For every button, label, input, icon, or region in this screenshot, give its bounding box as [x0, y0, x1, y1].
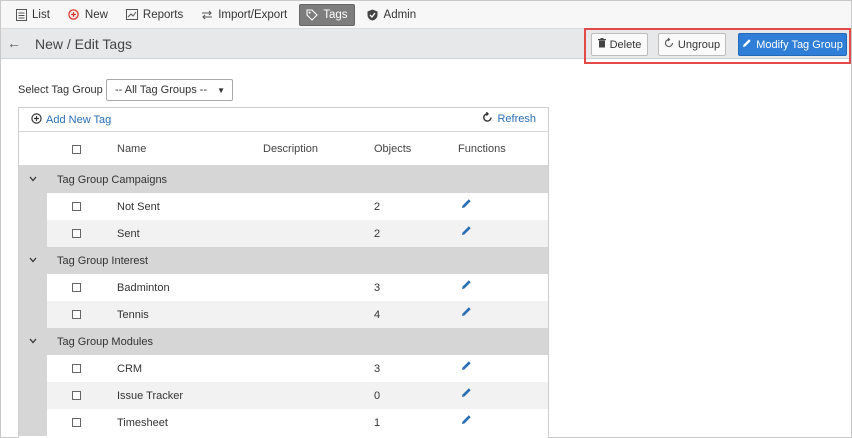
group-row-modules[interactable]: Tag Group Modules: [19, 328, 548, 355]
plus-circle-icon: [31, 113, 42, 127]
modify-tag-group-button[interactable]: Modify Tag Group: [738, 33, 847, 56]
edit-pencil-icon[interactable]: [461, 306, 472, 320]
edit-pencil-icon[interactable]: [461, 414, 472, 428]
select-tag-group-label: Select Tag Group: [18, 84, 103, 96]
nav-list[interactable]: List: [9, 4, 56, 26]
row-checkbox[interactable]: [72, 283, 81, 292]
group-label: Tag Group Campaigns: [57, 174, 168, 186]
nav-tags[interactable]: Tags: [299, 3, 355, 26]
tag-object-count: 3: [374, 363, 381, 375]
chart-icon: [125, 9, 138, 21]
tag-name: Sent: [117, 228, 140, 240]
group-row-campaigns[interactable]: Tag Group Campaigns: [19, 166, 548, 193]
group-row-interest[interactable]: Tag Group Interest: [19, 247, 548, 274]
chevron-down-icon[interactable]: [29, 336, 37, 346]
back-arrow-icon[interactable]: ←: [7, 35, 21, 51]
trash-icon: [597, 38, 606, 51]
nav-tags-label: Tags: [323, 8, 348, 21]
tag-icon: [306, 8, 319, 21]
nav-reports-label: Reports: [142, 8, 184, 21]
nav-admin[interactable]: Admin: [361, 4, 423, 26]
chevron-down-icon[interactable]: [29, 174, 37, 184]
ungroup-icon: [664, 37, 674, 51]
nav-list-label: List: [32, 8, 50, 21]
plus-circle-icon: [68, 9, 80, 21]
column-header-description[interactable]: Description: [263, 143, 318, 155]
tag-name: Badminton: [117, 282, 170, 294]
row-checkbox[interactable]: [72, 310, 81, 319]
table-row: Tennis 4: [19, 301, 548, 328]
group-label: Tag Group Interest: [57, 255, 149, 267]
tag-group-select[interactable]: -- All Tag Groups -- ▼: [106, 79, 233, 101]
row-checkbox[interactable]: [72, 391, 81, 400]
add-new-tag-link[interactable]: Add New Tag: [31, 113, 111, 127]
ungroup-button-label: Ungroup: [677, 38, 721, 51]
nav-import-export-label: Import/Export: [218, 8, 288, 21]
table-row: Badminton 3: [19, 274, 548, 301]
row-checkbox[interactable]: [72, 229, 81, 238]
chevron-down-icon[interactable]: [29, 255, 37, 265]
ungroup-button[interactable]: Ungroup: [658, 33, 726, 56]
edit-pencil-icon[interactable]: [461, 387, 472, 401]
add-new-tag-label: Add New Tag: [46, 114, 112, 126]
edit-pencil-icon[interactable]: [461, 360, 472, 374]
row-checkbox[interactable]: [72, 364, 81, 373]
tag-object-count: 0: [374, 390, 381, 402]
refresh-link[interactable]: Refresh: [482, 111, 536, 126]
tag-name: Not Sent: [117, 201, 160, 213]
row-checkbox[interactable]: [72, 202, 81, 211]
shield-check-icon: [367, 9, 379, 21]
tag-name: Timesheet: [117, 417, 168, 429]
edit-pencil-icon[interactable]: [461, 225, 472, 239]
tag-name: CRM: [117, 363, 143, 375]
nav-new-label: New: [84, 8, 108, 21]
table-row: Not Sent 2: [19, 193, 548, 220]
pencil-icon: [742, 38, 752, 51]
row-checkbox[interactable]: [72, 418, 81, 427]
tag-name: Tennis: [117, 309, 149, 321]
grid-toolbar: Add New Tag Refresh: [19, 108, 548, 132]
top-nav: List New Reports Import/Export Tags Admi…: [1, 1, 851, 29]
nav-new[interactable]: New: [62, 4, 114, 26]
table-row: CRM 3: [19, 355, 548, 382]
column-header-objects[interactable]: Objects: [374, 143, 411, 155]
edit-pencil-icon[interactable]: [461, 198, 472, 212]
column-header-row: Name Description Objects Functions: [19, 132, 548, 166]
delete-button[interactable]: Delete: [591, 33, 648, 56]
import-export-icon: [201, 9, 213, 21]
column-header-name[interactable]: Name: [117, 143, 146, 155]
table-row: Issue Tracker 0: [19, 382, 548, 409]
nav-import-export[interactable]: Import/Export: [195, 4, 293, 26]
group-label: Tag Group Modules: [57, 336, 153, 348]
table-row: Timesheet 1: [19, 409, 548, 436]
tag-name: Issue Tracker: [117, 390, 184, 402]
nav-admin-label: Admin: [383, 8, 417, 21]
refresh-icon: [482, 111, 493, 126]
nav-reports[interactable]: Reports: [120, 4, 189, 26]
tag-object-count: 4: [374, 309, 381, 321]
tag-object-count: 2: [374, 228, 381, 240]
modify-tag-group-label: Modify Tag Group: [756, 38, 843, 51]
tag-object-count: 1: [374, 417, 381, 429]
page-title: New / Edit Tags: [35, 36, 133, 52]
delete-button-label: Delete: [609, 38, 642, 51]
caret-down-icon: ▼: [217, 86, 225, 95]
column-header-functions: Functions: [458, 143, 506, 155]
tag-object-count: 2: [374, 201, 381, 213]
tag-object-count: 3: [374, 282, 381, 294]
refresh-label: Refresh: [497, 113, 536, 125]
edit-pencil-icon[interactable]: [461, 279, 472, 293]
select-all-checkbox[interactable]: [72, 145, 81, 154]
list-icon: [15, 8, 27, 21]
table-row: Sent 2: [19, 220, 548, 247]
tags-grid: Add New Tag Refresh Name Description Obj…: [18, 107, 549, 438]
tag-group-select-value: -- All Tag Groups --: [115, 84, 208, 96]
